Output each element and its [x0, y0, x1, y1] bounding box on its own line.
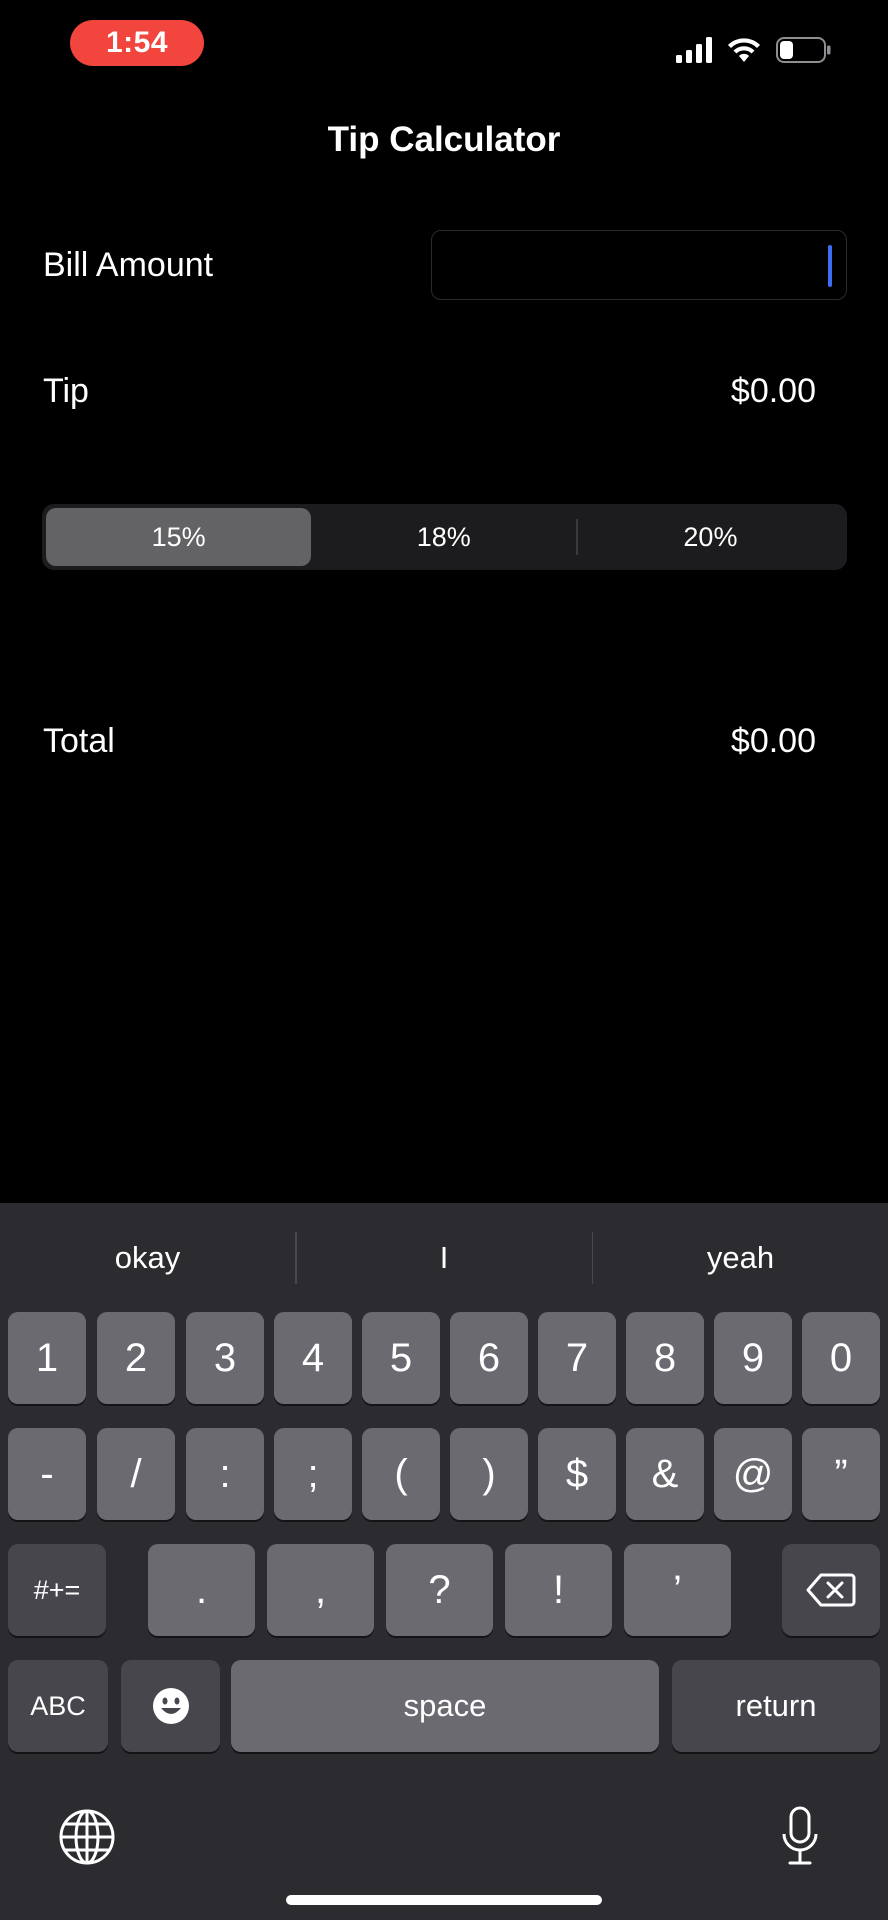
- suggestion-okay[interactable]: okay: [0, 1240, 295, 1276]
- segment-18-percent[interactable]: 18%: [311, 508, 576, 566]
- emoji-key[interactable]: [121, 1660, 220, 1752]
- total-value: $0.00: [730, 722, 816, 760]
- key-close-paren[interactable]: ): [450, 1428, 528, 1520]
- key-open-paren[interactable]: (: [362, 1428, 440, 1520]
- key-3[interactable]: 3: [186, 1312, 264, 1404]
- battery-icon: [776, 37, 831, 63]
- key-colon[interactable]: :: [186, 1428, 264, 1520]
- key-slash[interactable]: /: [97, 1428, 175, 1520]
- key-exclamation[interactable]: !: [505, 1544, 612, 1636]
- key-hyphen[interactable]: -: [8, 1428, 86, 1520]
- suggestion-bar: okay I yeah: [0, 1203, 888, 1313]
- status-icons: [676, 32, 832, 68]
- key-comma[interactable]: ,: [267, 1544, 374, 1636]
- key-7[interactable]: 7: [538, 1312, 616, 1404]
- key-apostrophe[interactable]: ’: [624, 1544, 731, 1636]
- key-9[interactable]: 9: [714, 1312, 792, 1404]
- key-1[interactable]: 1: [8, 1312, 86, 1404]
- key-ampersand[interactable]: &: [626, 1428, 704, 1520]
- status-time: 1:54: [70, 20, 204, 66]
- microphone-icon[interactable]: [780, 1806, 820, 1866]
- page-title: Tip Calculator: [327, 120, 561, 159]
- key-quote[interactable]: ”: [802, 1428, 880, 1520]
- key-4[interactable]: 4: [274, 1312, 352, 1404]
- text-cursor: [828, 245, 832, 287]
- abc-key[interactable]: ABC: [8, 1660, 108, 1752]
- key-question[interactable]: ?: [386, 1544, 493, 1636]
- cellular-signal-icon: [676, 37, 712, 63]
- key-period[interactable]: .: [148, 1544, 255, 1636]
- segment-20-percent[interactable]: 20%: [578, 508, 843, 566]
- space-key[interactable]: space: [231, 1660, 659, 1752]
- bill-amount-field[interactable]: [431, 230, 847, 300]
- total-label: Total: [43, 722, 115, 760]
- key-dollar[interactable]: $: [538, 1428, 616, 1520]
- tip-label: Tip: [43, 372, 89, 410]
- home-indicator[interactable]: [286, 1895, 602, 1905]
- key-8[interactable]: 8: [626, 1312, 704, 1404]
- suggestion-i[interactable]: I: [297, 1240, 592, 1276]
- tip-value: $0.00: [730, 372, 816, 410]
- backspace-icon: [806, 1573, 856, 1607]
- tip-percentage-control[interactable]: 15% 18% 20%: [42, 504, 847, 570]
- key-more-symbols[interactable]: #+=: [8, 1544, 106, 1636]
- key-0[interactable]: 0: [802, 1312, 880, 1404]
- emoji-icon: [152, 1688, 189, 1724]
- segment-15-percent[interactable]: 15%: [46, 508, 312, 566]
- globe-icon[interactable]: [58, 1808, 116, 1866]
- key-2[interactable]: 2: [97, 1312, 175, 1404]
- bill-amount-label: Bill Amount: [43, 246, 214, 284]
- delete-key[interactable]: [782, 1544, 880, 1636]
- key-6[interactable]: 6: [450, 1312, 528, 1404]
- key-5[interactable]: 5: [362, 1312, 440, 1404]
- wifi-icon: [728, 38, 760, 62]
- key-at[interactable]: @: [714, 1428, 792, 1520]
- key-semicolon[interactable]: ;: [274, 1428, 352, 1520]
- return-key[interactable]: return: [672, 1660, 880, 1752]
- suggestion-yeah[interactable]: yeah: [593, 1240, 888, 1276]
